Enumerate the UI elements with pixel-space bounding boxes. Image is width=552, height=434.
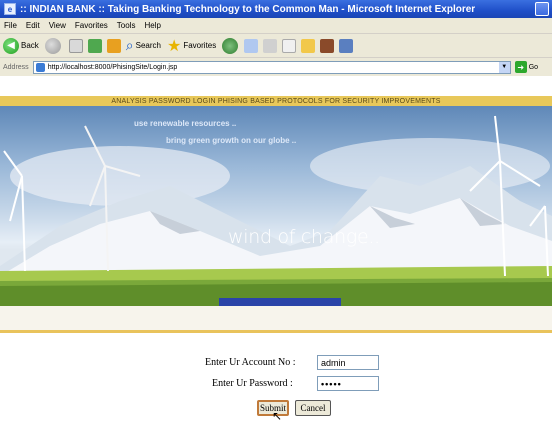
menu-bar: File Edit View Favorites Tools Help xyxy=(0,18,552,34)
address-input[interactable]: http://localhost:8000/PhisingSite/Login.… xyxy=(32,60,511,74)
history-icon[interactable] xyxy=(222,37,239,54)
go-button[interactable]: ➜ Go xyxy=(514,61,539,73)
content-band xyxy=(0,306,552,330)
password-input[interactable]: ••••• xyxy=(317,376,379,391)
divider-line xyxy=(0,330,552,333)
home-icon[interactable] xyxy=(106,38,121,53)
back-arrow-icon: ◀ xyxy=(3,37,19,54)
refresh-icon[interactable] xyxy=(87,38,102,53)
search-icon: ⌕ xyxy=(125,37,134,53)
page-header-area xyxy=(0,76,552,96)
browser-toolbar: ◀ Back ⌕ Search ★ Favorites xyxy=(0,34,552,58)
ie-icon: e xyxy=(4,3,16,15)
password-label: Enter Ur Password : xyxy=(212,378,293,389)
hero-tagline-1: use renewable resources .. xyxy=(134,119,237,128)
hero-banner: use renewable resources .. bring green g… xyxy=(0,106,552,306)
hero-tagline-2: bring green growth on our globe .. xyxy=(166,136,297,145)
page-icon xyxy=(35,62,45,72)
window-title: :: INDIAN BANK :: Taking Banking Technol… xyxy=(20,3,476,15)
folder-icon[interactable] xyxy=(301,38,316,53)
address-url: http://localhost:8000/PhisingSite/Login.… xyxy=(47,63,178,71)
hero-accent-bar xyxy=(219,298,341,306)
menu-view[interactable]: View xyxy=(49,21,66,30)
account-label: Enter Ur Account No : xyxy=(205,357,296,368)
forward-arrow-icon xyxy=(44,37,61,54)
menu-help[interactable]: Help xyxy=(144,21,160,30)
menu-tools[interactable]: Tools xyxy=(117,21,136,30)
search-button[interactable]: ⌕ Search xyxy=(126,37,161,54)
print-icon[interactable] xyxy=(263,38,278,53)
go-arrow-icon: ➜ xyxy=(514,61,527,73)
banner-text: ANALYSIS PASSWORD LOGIN PHISING BASED PR… xyxy=(111,97,441,105)
mail-icon[interactable] xyxy=(244,38,259,53)
edit-icon[interactable] xyxy=(282,38,297,53)
account-input[interactable]: admin xyxy=(317,355,379,370)
menu-edit[interactable]: Edit xyxy=(26,21,40,30)
menu-favorites[interactable]: Favorites xyxy=(75,21,108,30)
star-icon: ★ xyxy=(167,37,182,55)
favorites-button[interactable]: ★ Favorites xyxy=(167,36,216,56)
stop-icon[interactable] xyxy=(68,38,83,53)
favorites-label: Favorites xyxy=(183,41,217,50)
back-button[interactable]: ◀ Back xyxy=(3,37,39,54)
mouse-cursor-icon: ↖ xyxy=(272,409,283,423)
go-label: Go xyxy=(528,63,539,71)
menu-file[interactable]: File xyxy=(4,21,17,30)
messenger-icon[interactable] xyxy=(339,38,354,53)
research-icon[interactable] xyxy=(320,38,335,53)
chevron-down-icon[interactable]: ▼ xyxy=(498,61,510,73)
back-label: Back xyxy=(21,41,39,50)
title-bar: e :: INDIAN BANK :: Taking Banking Techn… xyxy=(0,0,552,18)
banner-strip: ANALYSIS PASSWORD LOGIN PHISING BASED PR… xyxy=(0,96,552,106)
hero-caption: wind of change.. xyxy=(228,226,380,248)
window-control-button[interactable] xyxy=(535,2,549,16)
forward-button[interactable] xyxy=(44,37,63,54)
address-bar: Address http://localhost:8000/PhisingSit… xyxy=(0,58,552,76)
search-label: Search xyxy=(135,41,161,50)
address-label: Address xyxy=(3,63,29,71)
cancel-button[interactable]: Cancel xyxy=(295,400,331,416)
